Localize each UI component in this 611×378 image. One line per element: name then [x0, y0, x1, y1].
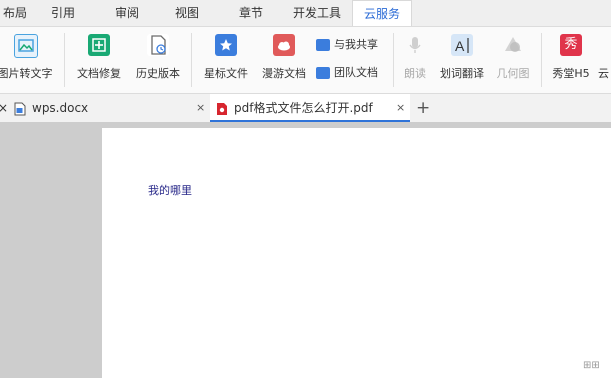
word-translate-label: 划词翻译 — [440, 67, 484, 80]
ribbon-separator — [393, 33, 394, 87]
history-version-button[interactable]: 历史版本 — [130, 27, 186, 93]
menu-bar: 布局 引用 审阅 视图 章节 开发工具 云服务 — [0, 0, 611, 27]
menu-layout[interactable]: 布局 — [0, 0, 30, 26]
cloud-label: 云 — [598, 67, 609, 80]
team-icon — [316, 67, 330, 79]
word-translate-button[interactable]: A 划词翻译 — [434, 27, 490, 93]
pic-to-text-label: 图片转文字 — [0, 67, 53, 80]
share-icon — [316, 39, 330, 51]
star-folder-icon — [215, 34, 237, 56]
new-tab-button[interactable]: + — [416, 94, 430, 122]
tab-close-icon[interactable]: × — [196, 94, 205, 122]
tab-close-partial[interactable]: × — [0, 94, 10, 122]
history-version-label: 历史版本 — [136, 67, 180, 80]
menu-review[interactable]: 审阅 — [106, 0, 148, 26]
geometry-icon — [502, 34, 524, 56]
xiutang-h5-button[interactable]: 秀 秀堂H5 — [546, 27, 596, 93]
xiutang-h5-label: 秀堂H5 — [552, 67, 590, 80]
microphone-icon — [404, 34, 426, 56]
history-icon — [147, 34, 169, 56]
tab-title: pdf格式文件怎么打开.pdf — [234, 101, 373, 115]
ribbon-toolbar: 图片转文字 文档修复 历史版本 星标文件 漫游文档 与我共享 团队文档 朗读 A… — [0, 26, 611, 94]
menu-section[interactable]: 章节 — [230, 0, 272, 26]
menu-references[interactable]: 引用 — [42, 0, 84, 26]
roam-docs-label: 漫游文档 — [262, 67, 306, 80]
roam-docs-button[interactable]: 漫游文档 — [256, 27, 312, 93]
tab-wps-docx[interactable]: wps.docx × — [14, 94, 208, 122]
menu-cloud-service[interactable]: 云服务 — [352, 0, 412, 27]
doc-repair-button[interactable]: 文档修复 — [70, 27, 128, 93]
team-docs-label: 团队文档 — [334, 66, 378, 79]
document-text: 我的哪里 — [148, 184, 192, 197]
read-aloud-label: 朗读 — [404, 67, 426, 80]
geometry-label: 几何图 — [496, 67, 530, 80]
pic-to-text-button[interactable]: 图片转文字 — [0, 27, 56, 93]
star-files-label: 星标文件 — [204, 67, 248, 80]
xiutang-icon: 秀 — [560, 34, 582, 56]
ribbon-separator — [191, 33, 192, 87]
svg-text:A: A — [455, 38, 465, 54]
pdf-doc-icon — [217, 102, 227, 115]
ribbon-separator — [541, 33, 542, 87]
document-tab-bar: × wps.docx × pdf格式文件怎么打开.pdf × + — [0, 94, 611, 122]
menu-view[interactable]: 视图 — [166, 0, 208, 26]
translate-icon: A — [451, 34, 473, 56]
cloud-button[interactable]: 云 — [598, 27, 611, 93]
shared-with-me-button[interactable]: 与我共享 — [316, 36, 378, 56]
team-docs-button[interactable]: 团队文档 — [316, 64, 378, 84]
watermark-logo: ⊞⊞ — [583, 360, 600, 371]
doc-repair-label: 文档修复 — [77, 67, 121, 80]
geometry-button[interactable]: 几何图 — [490, 27, 536, 93]
shared-with-me-label: 与我共享 — [334, 38, 378, 51]
menu-developer-tools[interactable]: 开发工具 — [286, 0, 348, 26]
repair-icon — [88, 34, 110, 56]
document-page[interactable]: 我的哪里 — [102, 128, 611, 378]
image-icon — [14, 34, 38, 58]
cloud-folder-icon — [273, 34, 295, 56]
ribbon-separator — [64, 33, 65, 87]
word-doc-icon — [14, 102, 26, 115]
star-files-button[interactable]: 星标文件 — [198, 27, 254, 93]
tab-title: wps.docx — [32, 101, 89, 115]
tab-pdf-file[interactable]: pdf格式文件怎么打开.pdf × — [210, 94, 410, 122]
read-aloud-button[interactable]: 朗读 — [398, 27, 432, 93]
tab-close-icon[interactable]: × — [396, 94, 405, 122]
